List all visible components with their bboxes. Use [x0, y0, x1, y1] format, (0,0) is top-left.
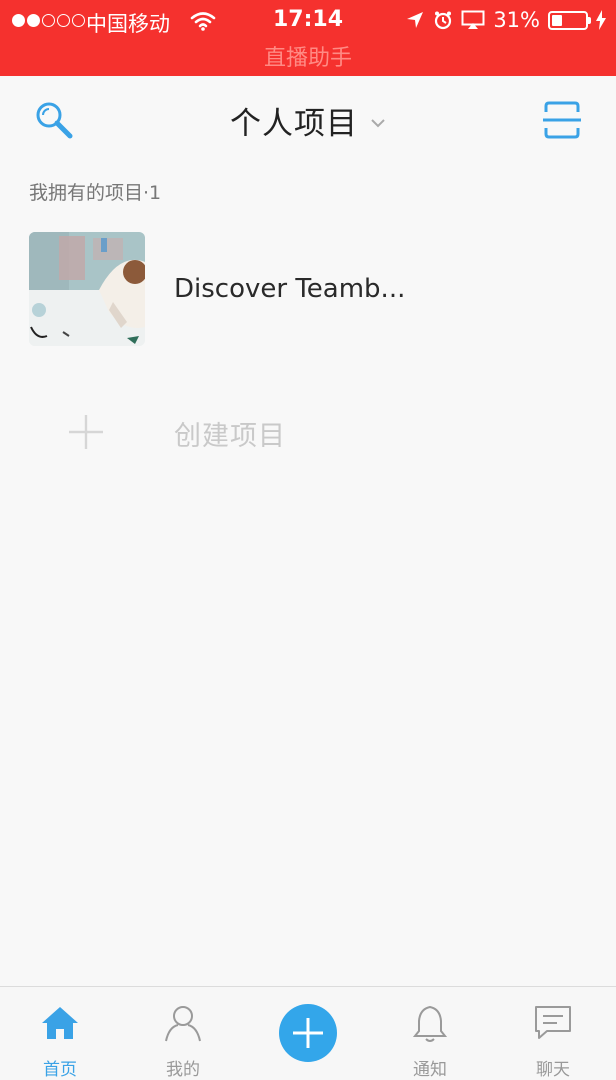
title-dropdown[interactable]: 个人项目 — [0, 98, 616, 143]
tab-notifications[interactable]: 通知 — [380, 987, 480, 1080]
tab-home[interactable]: 首页 — [10, 987, 110, 1080]
location-arrow-icon — [407, 12, 424, 28]
battery-percent: 31% — [493, 8, 540, 32]
status-right: 31% — [405, 8, 606, 32]
project-item[interactable]: Discover Teamb... — [0, 226, 616, 354]
charging-bolt-icon — [596, 10, 606, 30]
page-title: 个人项目 — [230, 106, 358, 142]
create-project-button[interactable]: 创建项目 — [0, 392, 616, 472]
bell-icon — [412, 1005, 448, 1042]
airplay-icon — [461, 10, 485, 29]
app-screen: 中国移动 17:14 31% 直播助手 个人项目 我拥有的项目·1 Discov… — [0, 0, 616, 1080]
tab-label: 我的 — [166, 1060, 200, 1080]
tab-label: 通知 — [413, 1060, 447, 1080]
tab-mine[interactable]: 我的 — [133, 987, 233, 1080]
tab-label: 聊天 — [536, 1060, 570, 1080]
alarm-clock-icon — [435, 11, 452, 30]
plus-icon — [293, 1018, 323, 1048]
chevron-down-icon — [371, 118, 385, 127]
status-row: 中国移动 17:14 31% — [0, 4, 616, 36]
status-bar: 中国移动 17:14 31% 直播助手 — [0, 0, 616, 76]
project-name: Discover Teamb... — [174, 274, 406, 304]
battery-icon — [548, 10, 591, 30]
add-new-button[interactable] — [279, 1004, 337, 1062]
owned-projects-label: 我拥有的项目·1 — [29, 182, 162, 204]
project-cover-image — [29, 232, 145, 346]
add-icon — [69, 415, 103, 449]
chat-icon — [535, 1006, 571, 1039]
scan-icon[interactable] — [542, 100, 582, 140]
user-icon — [165, 1006, 201, 1042]
tab-chat[interactable]: 聊天 — [503, 987, 603, 1080]
nav-header: 个人项目 — [0, 76, 616, 162]
live-assistant-banner[interactable]: 直播助手 — [0, 40, 616, 72]
create-project-label: 创建项目 — [174, 421, 286, 452]
tab-label: 首页 — [43, 1060, 77, 1080]
home-icon — [42, 1007, 78, 1039]
